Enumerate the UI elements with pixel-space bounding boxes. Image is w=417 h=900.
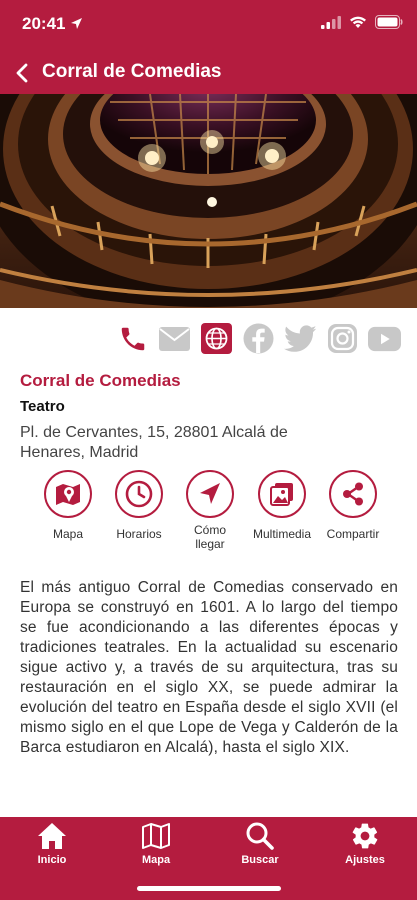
share-action-circle[interactable] bbox=[329, 470, 377, 518]
tab-settings[interactable]: Ajustes bbox=[325, 821, 405, 866]
youtube-button[interactable] bbox=[368, 322, 401, 355]
facebook-button[interactable] bbox=[242, 322, 275, 355]
share-icon bbox=[343, 482, 363, 506]
map-action-circle[interactable] bbox=[44, 470, 92, 518]
tab-home[interactable]: Inicio bbox=[12, 821, 92, 866]
map-icon bbox=[56, 484, 80, 505]
location-arrow-icon bbox=[71, 18, 82, 29]
home-indicator[interactable] bbox=[137, 886, 281, 891]
tab-search-label: Buscar bbox=[241, 854, 279, 866]
twitter-button[interactable] bbox=[284, 322, 317, 355]
mail-icon bbox=[159, 326, 190, 351]
phone-icon bbox=[121, 327, 144, 350]
chevron-left-icon bbox=[16, 63, 28, 83]
contact-icons-row bbox=[116, 322, 401, 355]
navigation-bar: Corral de Comedias bbox=[0, 52, 417, 94]
twitter-icon bbox=[284, 324, 317, 352]
instagram-button[interactable] bbox=[326, 322, 359, 355]
bottom-tab-bar: Inicio Mapa Buscar Ajustes bbox=[0, 817, 417, 900]
directions-action-button[interactable]: Cómo llegar bbox=[170, 470, 250, 551]
schedule-action-button[interactable]: Horarios bbox=[99, 470, 179, 541]
clock-icon bbox=[125, 480, 153, 508]
youtube-icon bbox=[368, 326, 401, 351]
navigation-icon bbox=[200, 483, 220, 504]
place-type: Teatro bbox=[20, 398, 65, 415]
settings-icon bbox=[352, 823, 378, 849]
directions-action-circle[interactable] bbox=[186, 470, 234, 518]
home-icon bbox=[38, 823, 66, 849]
directions-action-label: Cómo llegar bbox=[193, 523, 226, 551]
tab-settings-label: Ajustes bbox=[345, 854, 385, 866]
schedule-action-circle[interactable] bbox=[115, 470, 163, 518]
share-action-button[interactable]: Compartir bbox=[313, 470, 393, 541]
map-action-label: Mapa bbox=[52, 527, 84, 541]
battery-icon bbox=[375, 15, 403, 29]
search-icon bbox=[246, 822, 274, 850]
map-action-button[interactable]: Mapa bbox=[28, 470, 108, 541]
schedule-action-label: Horarios bbox=[116, 527, 162, 541]
gallery-icon bbox=[270, 483, 293, 506]
tab-map[interactable]: Mapa bbox=[116, 821, 196, 866]
multimedia-action-label: Multimedia bbox=[252, 527, 312, 541]
theatre-photo bbox=[0, 94, 417, 308]
phone-button[interactable] bbox=[116, 322, 149, 355]
tab-map-label: Mapa bbox=[141, 854, 171, 866]
back-button[interactable] bbox=[8, 58, 36, 88]
tab-home-label: Inicio bbox=[37, 854, 67, 866]
hero-image bbox=[0, 94, 417, 308]
website-button[interactable] bbox=[200, 322, 233, 355]
share-action-label: Compartir bbox=[326, 527, 380, 541]
signal-icon bbox=[321, 15, 341, 29]
email-button[interactable] bbox=[158, 322, 191, 355]
page-title: Corral de Comedias bbox=[42, 61, 222, 82]
status-time: 20:41 bbox=[22, 14, 66, 33]
globe-icon bbox=[201, 323, 232, 354]
action-buttons: Mapa Horarios Cómo llegar Multimedia Com… bbox=[0, 470, 417, 560]
place-address: Pl. de Cervantes, 15, 28801 Alcalá de He… bbox=[20, 424, 288, 461]
place-title: Corral de Comedias bbox=[20, 371, 181, 390]
map-icon bbox=[142, 823, 170, 849]
instagram-icon bbox=[328, 324, 357, 353]
status-bar: 20:41 bbox=[0, 0, 417, 52]
place-description: El más antiguo Corral de Comedias conser… bbox=[20, 579, 398, 756]
multimedia-action-button[interactable]: Multimedia bbox=[242, 470, 322, 541]
facebook-icon bbox=[243, 323, 274, 354]
multimedia-action-circle[interactable] bbox=[258, 470, 306, 518]
status-indicators bbox=[321, 15, 403, 29]
wifi-icon bbox=[350, 16, 366, 28]
tab-search[interactable]: Buscar bbox=[220, 821, 300, 866]
